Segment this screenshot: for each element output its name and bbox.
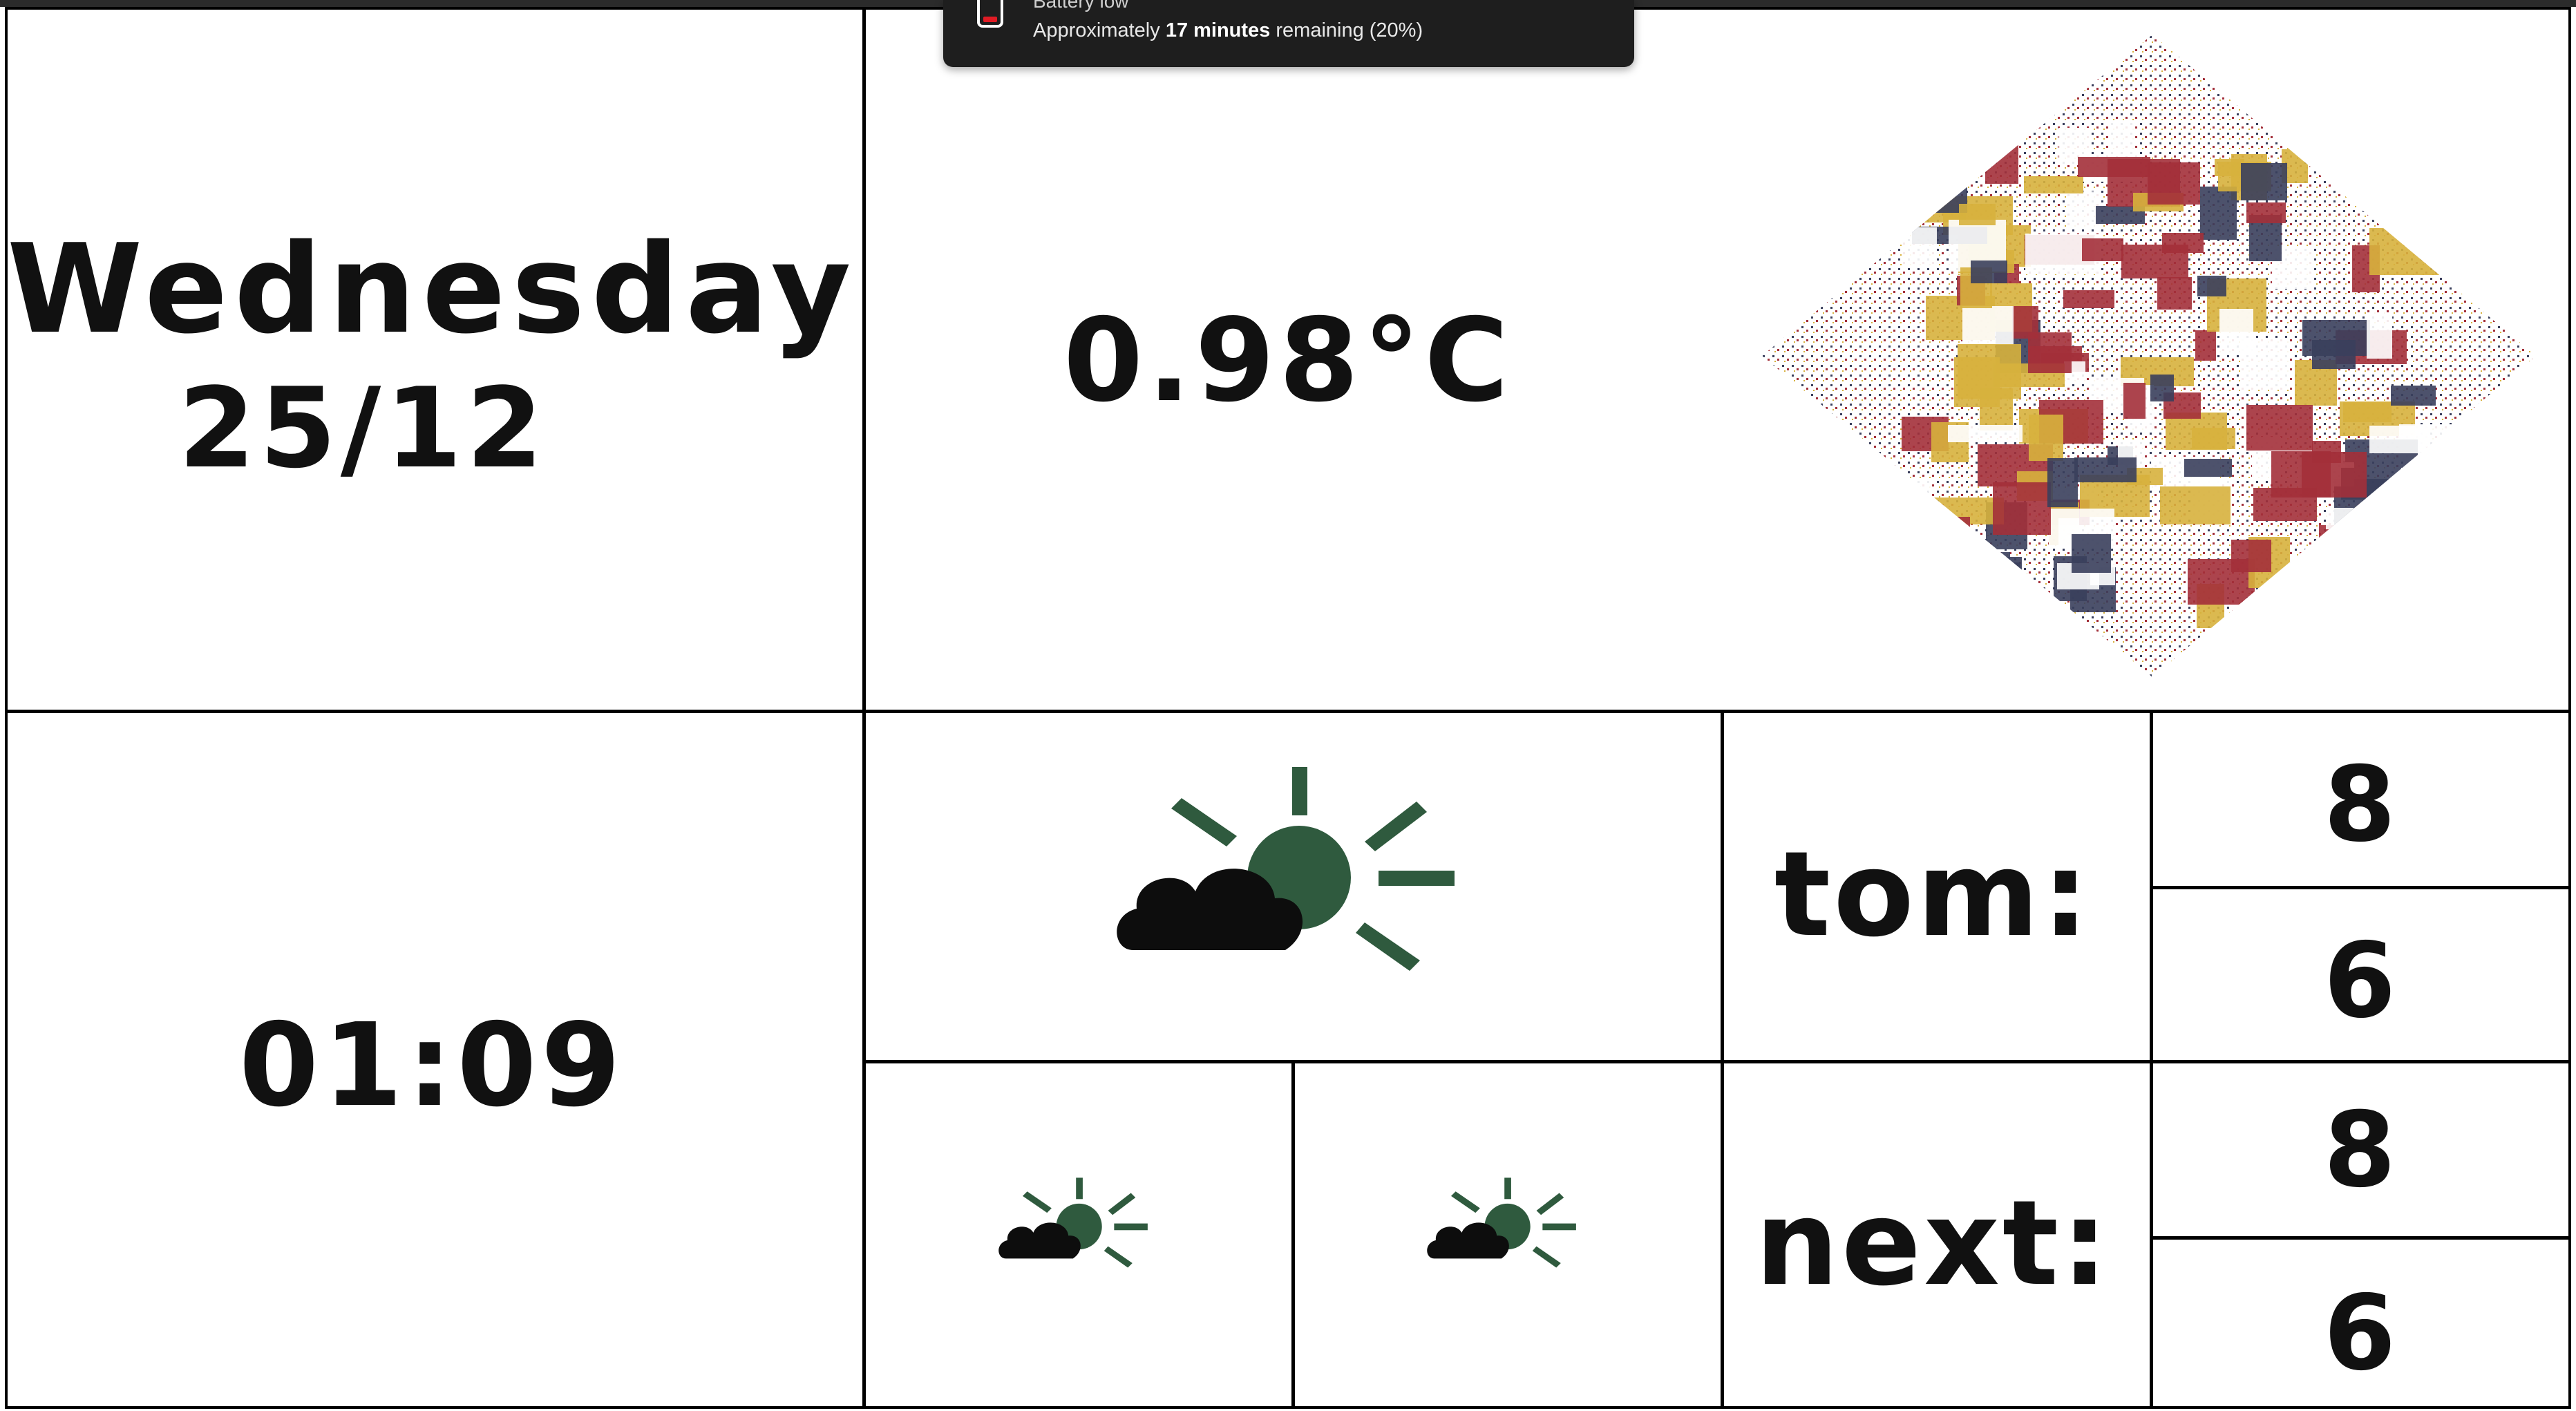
mosaic-block	[1948, 425, 2023, 442]
mosaic-block	[1973, 557, 2022, 598]
mosaic-block	[1960, 552, 2010, 585]
tomorrow-high: 8	[2323, 745, 2396, 865]
mosaic-block	[2028, 332, 2072, 373]
mosaic-block	[2162, 233, 2204, 253]
clock-time: 01:09	[238, 999, 625, 1133]
mosaic-block	[2324, 578, 2349, 618]
divider-next-values	[2150, 1236, 2571, 1240]
battery-notification[interactable]: Battery low Approximately 17 minutes rem…	[943, 0, 1634, 67]
divider-row-1	[8, 710, 2571, 713]
mosaic-block	[2271, 451, 2331, 498]
mosaic-block	[2063, 290, 2114, 308]
next-low: 6	[2323, 1273, 2396, 1394]
divider-row-2	[862, 1060, 2571, 1063]
mosaic-block	[1986, 594, 2043, 621]
mosaic-block	[2109, 121, 2135, 156]
mosaic-block	[2148, 162, 2200, 205]
mosaic-block	[2184, 459, 2232, 477]
tomorrow-label: tom:	[1774, 826, 2092, 963]
mosaic-block	[1906, 478, 1932, 500]
mosaic-block	[1942, 517, 1970, 571]
temperature: 0.98°C	[1063, 294, 1513, 428]
divider-col-3	[1721, 710, 1724, 1409]
mosaic-block	[2192, 428, 2235, 449]
date: 25/12	[178, 363, 547, 493]
mosaic-block	[2369, 426, 2430, 453]
notification-body: Approximately 17 minutes remaining (20%)	[1033, 19, 1423, 41]
divider-col-2	[1291, 1060, 1295, 1409]
mosaic-block	[2200, 187, 2237, 240]
mosaic-block	[1959, 204, 1996, 225]
mosaic-block	[1902, 227, 1937, 267]
mosaic-block	[2024, 176, 2083, 193]
divider-tom-values	[2150, 886, 2571, 889]
mosaic-block	[2067, 191, 2100, 229]
mosaic-block	[2197, 276, 2226, 296]
next-label: next:	[1754, 1175, 2112, 1312]
partly-cloudy-icon	[1117, 767, 1455, 971]
mosaic-block	[2388, 549, 2441, 596]
mosaic-block	[2157, 277, 2192, 310]
partly-cloudy-icon-small-1	[998, 1177, 1148, 1268]
mosaic-block	[2123, 383, 2146, 419]
mosaic-block	[2047, 458, 2078, 507]
notification-title: Battery low	[1033, 0, 1129, 12]
mosaic-block	[2078, 157, 2150, 177]
mosaic-block	[2393, 511, 2433, 542]
mosaic-block	[2374, 586, 2404, 605]
mosaic-block	[2082, 238, 2123, 261]
mosaic-block	[2391, 386, 2436, 406]
mosaic-block	[1993, 482, 2051, 535]
tomorrow-low: 6	[2323, 921, 2396, 1041]
mosaic-block	[2319, 525, 2340, 562]
mosaic-block	[2302, 320, 2370, 356]
next-high: 8	[2323, 1090, 2396, 1211]
mosaic-block	[1971, 261, 2007, 283]
mosaic-block	[2029, 415, 2063, 461]
mosaic-block	[2367, 312, 2392, 359]
battery-low-icon	[977, 0, 1003, 28]
mosaic-block	[2246, 405, 2313, 451]
partly-cloudy-icon-small-2	[1427, 1177, 1576, 1268]
mosaic-block	[2074, 457, 2137, 482]
mosaic-block	[1902, 524, 1970, 548]
mosaic-block	[1980, 562, 2020, 591]
mosaic-block	[2329, 131, 2357, 176]
mosaic-block	[2326, 508, 2354, 529]
mosaic-block	[1962, 306, 2014, 345]
mosaic-block	[2246, 202, 2286, 223]
mosaic-block	[2150, 375, 2174, 401]
mosaic-block	[2195, 330, 2216, 361]
mosaic-block	[2072, 534, 2111, 573]
mosaic-art	[1762, 35, 2536, 677]
mosaic-block	[2241, 163, 2287, 200]
mosaic-block	[2347, 576, 2380, 616]
mosaic-block	[2219, 309, 2253, 353]
mosaic-block	[2231, 540, 2271, 572]
mosaic-block	[2369, 228, 2443, 275]
mosaic-block	[1985, 135, 2018, 184]
mosaic-block	[1940, 565, 1980, 596]
mosaic-block	[2160, 486, 2231, 524]
day-of-week: Wednesday	[7, 218, 858, 361]
